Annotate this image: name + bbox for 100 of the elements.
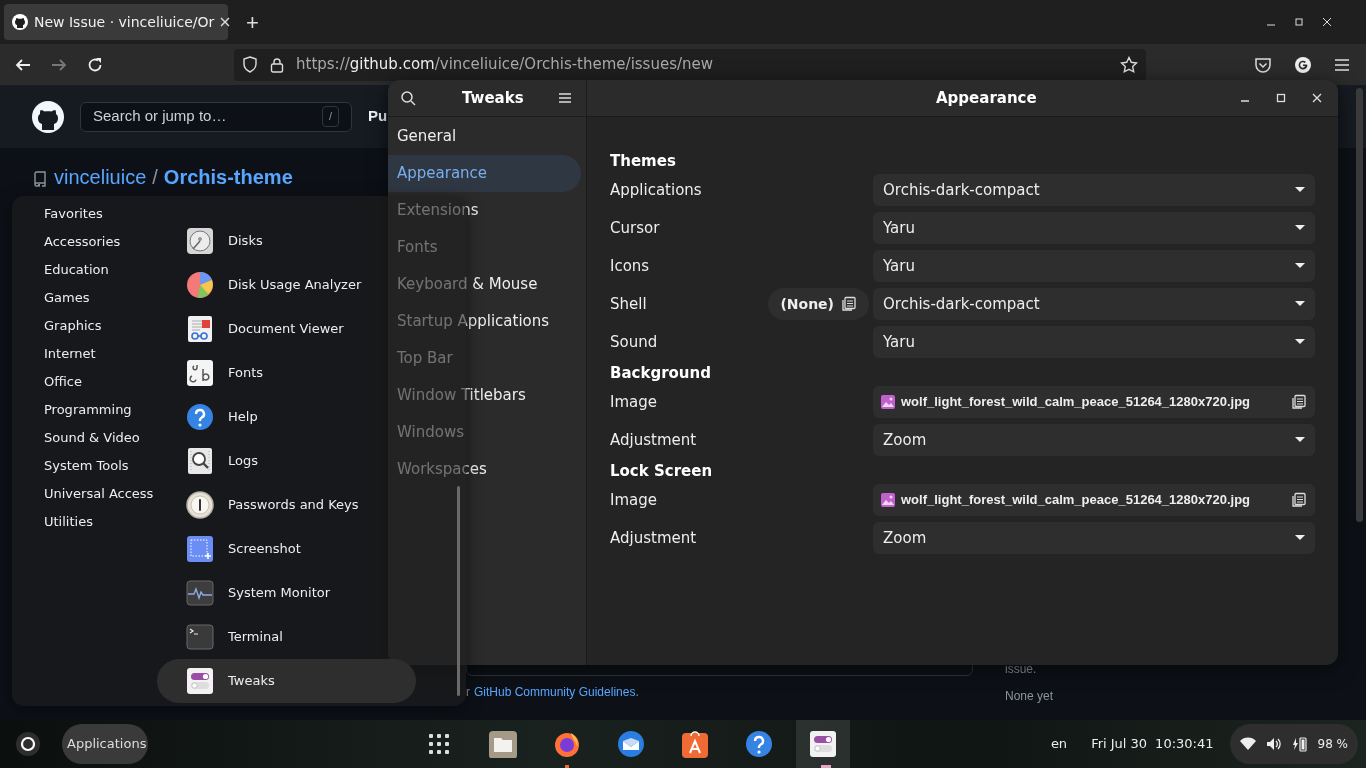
copy-icon <box>841 296 857 312</box>
screenshot-icon <box>186 535 214 563</box>
app-item[interactable]: Document Viewer <box>186 307 344 351</box>
dropdown[interactable]: Orchis-dark-compact <box>873 288 1315 320</box>
owner-link[interactable]: vinceliuice <box>54 162 147 192</box>
image-icon <box>881 493 895 507</box>
dock-item[interactable] <box>796 720 850 768</box>
keyboard-layout[interactable]: en <box>1050 734 1068 754</box>
close-icon[interactable] <box>1322 17 1332 27</box>
file-chooser[interactable]: wolf_light_forest_wild_calm_peace_51264_1280x720.jpg <box>873 484 1315 516</box>
category-item[interactable]: Programming <box>44 396 182 424</box>
setting-label: Cursor <box>610 217 660 239</box>
app-item[interactable]: Disks <box>186 219 263 263</box>
setting-label: Sound <box>610 331 658 353</box>
toggle-icon <box>809 730 837 758</box>
path-separator: / <box>152 165 158 190</box>
volume-icon <box>1265 737 1282 751</box>
dropdown[interactable]: Yaru <box>873 212 1315 244</box>
image-icon <box>881 395 895 409</box>
app-item[interactable]: Passwords and Keys <box>186 483 359 527</box>
dropdown[interactable]: Yaru <box>873 250 1315 282</box>
sidebar-item[interactable]: Appearance <box>388 155 581 192</box>
category-item[interactable]: Favorites <box>44 200 182 228</box>
shopping-bag-icon <box>681 730 709 758</box>
sidebar-item[interactable]: Window Titlebars <box>388 377 581 414</box>
app-item[interactable]: Disk Usage Analyzer <box>186 263 362 307</box>
category-item[interactable]: Education <box>44 256 182 284</box>
copy-icon <box>1291 394 1307 410</box>
disk-icon <box>186 227 214 255</box>
menu-icon[interactable] <box>559 93 571 103</box>
maximize-icon[interactable] <box>1276 93 1286 103</box>
document-icon <box>186 315 214 343</box>
app-item[interactable]: Help <box>186 395 258 439</box>
app-item[interactable]: Fonts <box>186 351 264 395</box>
lock-icon[interactable] <box>270 56 284 73</box>
browser-tab[interactable]: New Issue · vinceliuice/Or <box>4 4 228 40</box>
app-item[interactable]: System Monitor <box>186 571 331 615</box>
scrollbar-thumb[interactable] <box>1356 88 1363 522</box>
category-item[interactable]: System Tools <box>44 452 182 480</box>
setting-label: Shell <box>610 293 647 315</box>
envelope-icon <box>617 730 645 758</box>
search-field[interactable]: Search or jump to… / <box>80 101 352 132</box>
scrollbar-thumb[interactable] <box>457 486 460 696</box>
close-icon[interactable] <box>1312 93 1322 103</box>
reload-icon[interactable] <box>86 55 104 74</box>
app-item[interactable]: Logs <box>186 439 258 483</box>
date-text[interactable]: Fri Jul 30 <box>1091 734 1148 754</box>
menu-icon[interactable] <box>1334 57 1350 72</box>
sidebar-item[interactable]: Keyboard & Mouse <box>388 266 581 303</box>
caret-icon <box>1295 187 1305 193</box>
system-menu[interactable]: 98 % <box>1229 724 1358 764</box>
caret-icon <box>1295 263 1305 269</box>
dropdown[interactable]: Zoom <box>873 522 1315 554</box>
copy-icon <box>1291 492 1307 508</box>
sidebar-item[interactable]: Startup Applications <box>388 303 581 340</box>
dropdown[interactable]: Orchis-dark-compact <box>873 174 1315 206</box>
category-item[interactable]: Office <box>44 368 182 396</box>
dropdown[interactable]: Zoom <box>873 424 1315 456</box>
category-item[interactable]: Sound & Video <box>44 424 182 452</box>
category-item[interactable]: Utilities <box>44 508 182 536</box>
help-icon <box>186 403 214 431</box>
close-icon[interactable] <box>220 17 231 27</box>
dropdown[interactable]: Yaru <box>873 326 1315 358</box>
caret-icon <box>1295 301 1305 307</box>
github-logo-icon[interactable] <box>32 100 64 133</box>
category-item[interactable]: Games <box>44 284 182 312</box>
address-bar[interactable]: https://github.com/vinceliuice/Orchis-theme/issues/new <box>234 48 1146 81</box>
repo-link[interactable]: Orchis-theme <box>163 162 293 192</box>
applications-button[interactable]: Applications <box>62 724 148 764</box>
account-icon[interactable] <box>1294 55 1312 74</box>
terminal-icon <box>186 623 214 651</box>
category-item[interactable]: Internet <box>44 340 182 368</box>
app-item[interactable]: Terminal <box>186 615 283 659</box>
app-item[interactable]: Tweaks <box>157 659 416 703</box>
star-icon[interactable] <box>1120 55 1138 74</box>
clock-text[interactable]: 10:30:41 <box>1155 734 1214 754</box>
setting-label: Adjustment <box>610 527 697 549</box>
maximize-icon[interactable] <box>1294 17 1304 27</box>
app-item[interactable]: Screenshot <box>186 527 301 571</box>
wifi-icon <box>1239 737 1256 751</box>
category-item[interactable]: Accessories <box>44 228 182 256</box>
shortcut-key: / <box>321 106 339 127</box>
battery-percentage: 98 % <box>1317 736 1348 753</box>
pocket-icon[interactable] <box>1254 55 1272 74</box>
nav-link[interactable]: Pu <box>368 105 388 128</box>
guidelines-text: r <box>466 684 470 701</box>
search-icon[interactable] <box>400 90 416 106</box>
activities-icon[interactable] <box>16 732 40 756</box>
repo-icon <box>32 171 48 187</box>
shield-icon[interactable] <box>242 56 258 73</box>
new-tab-button[interactable]: + <box>238 5 267 39</box>
setting-label: Image <box>610 391 657 413</box>
section-title: Lock Screen <box>610 461 714 481</box>
file-chooser[interactable]: wolf_light_forest_wild_calm_peace_51264_1280x720.jpg <box>873 386 1315 418</box>
section-title: Themes <box>610 151 677 171</box>
help-icon <box>745 730 773 758</box>
reset-button[interactable]: (None) <box>768 288 869 320</box>
category-item[interactable]: Universal Access <box>44 480 182 508</box>
sidebar-item[interactable]: General <box>388 118 581 155</box>
category-item[interactable]: Graphics <box>44 312 182 340</box>
